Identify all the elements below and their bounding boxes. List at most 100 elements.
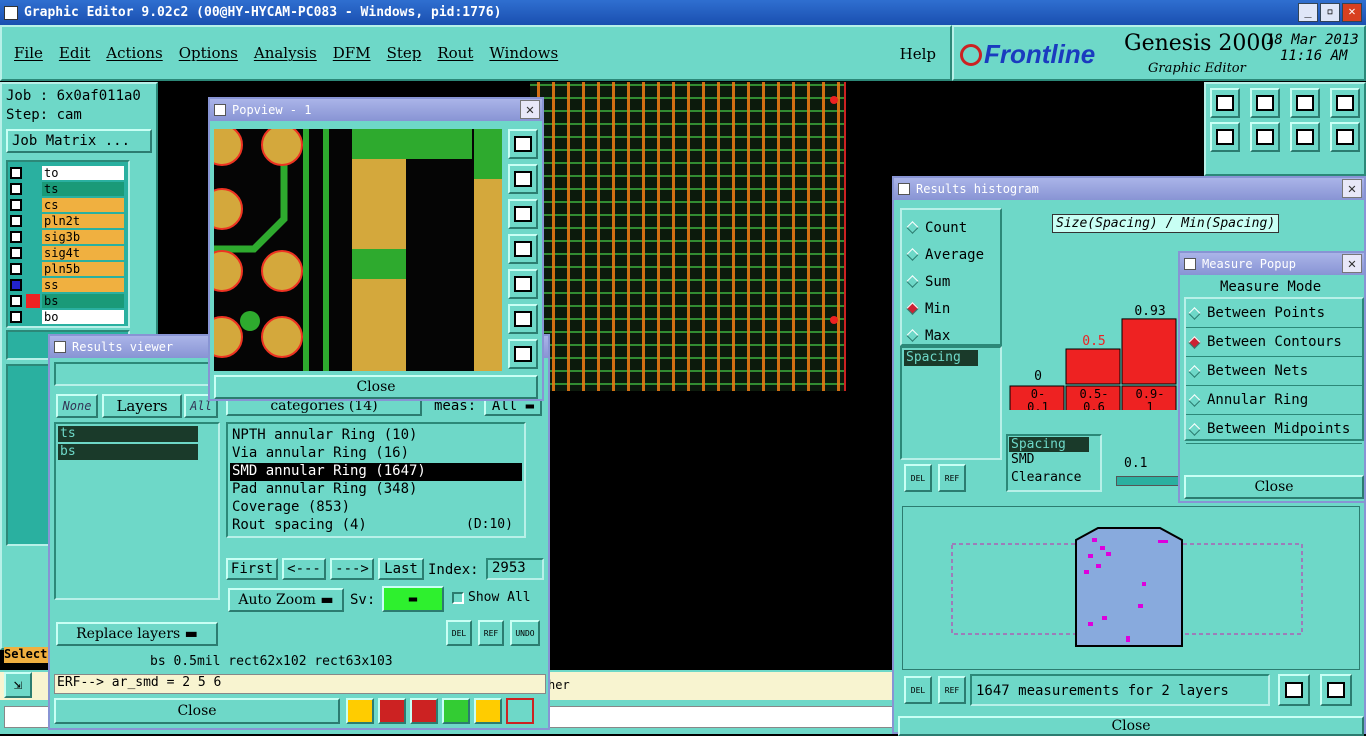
sv-color-dropdown[interactable]: ▬: [382, 586, 444, 612]
down-icon[interactable]: [508, 199, 538, 229]
histogram-slider[interactable]: [1116, 476, 1182, 486]
layer-checkbox[interactable]: [10, 231, 22, 243]
category-item[interactable]: Coverage (853): [230, 499, 522, 517]
measure-option[interactable]: Annular Ring: [1186, 386, 1362, 415]
left-icon[interactable]: [508, 234, 538, 264]
stat-option-sum[interactable]: Sum: [904, 268, 998, 295]
category-item[interactable]: Pad annular Ring (348): [230, 481, 522, 499]
category-item[interactable]: SMD annular Ring (1647): [230, 463, 522, 481]
layer-row[interactable]: sig3b: [10, 229, 126, 245]
layer-checkbox[interactable]: [10, 247, 22, 259]
menu-analysis[interactable]: Analysis: [254, 44, 317, 62]
tool-icon-1[interactable]: [1210, 88, 1240, 118]
tool-b-icon[interactable]: [378, 698, 406, 724]
preview-del-button[interactable]: DEL: [904, 676, 932, 704]
layer-checkbox[interactable]: [10, 279, 22, 291]
command-input[interactable]: ERF--> ar_smd = 2 5 6: [54, 674, 546, 694]
stat-option-count[interactable]: Count: [904, 214, 998, 241]
maximize-button[interactable]: ▫: [1320, 3, 1340, 22]
layers-button[interactable]: Layers: [102, 394, 182, 418]
pcb-canvas[interactable]: [530, 82, 846, 391]
histogram-close-button[interactable]: Close: [898, 716, 1364, 736]
first-button[interactable]: First: [226, 558, 278, 580]
list2-smd[interactable]: SMD: [1009, 452, 1099, 470]
menu-options[interactable]: Options: [179, 44, 238, 62]
menu-file[interactable]: File: [14, 44, 43, 62]
last-button[interactable]: Last: [378, 558, 424, 580]
popview-close-button[interactable]: Close: [214, 375, 538, 399]
home-icon[interactable]: [1290, 88, 1320, 118]
show-all-checkbox[interactable]: Show All: [452, 590, 531, 605]
measure-option[interactable]: Between Midpoints: [1186, 415, 1362, 444]
layer-row[interactable]: cs: [10, 197, 126, 213]
del-button[interactable]: DEL: [446, 620, 472, 646]
layer-checkbox[interactable]: [10, 199, 22, 211]
up-icon[interactable]: [508, 164, 538, 194]
layer-checkbox[interactable]: [10, 263, 22, 275]
minimize-button[interactable]: _: [1298, 3, 1318, 22]
measure-option[interactable]: Between Contours: [1186, 328, 1362, 357]
pointer-tool-icon[interactable]: ⇲: [4, 672, 32, 698]
close-button[interactable]: ✕: [1342, 3, 1362, 22]
measure-close-button[interactable]: Close: [1184, 475, 1364, 499]
histogram-bar[interactable]: [1121, 318, 1177, 385]
layer-row[interactable]: sig4t: [10, 245, 126, 261]
layer-checkbox[interactable]: [10, 215, 22, 227]
layer-item-ts[interactable]: ts: [58, 426, 198, 442]
results-close-button[interactable]: Close: [54, 698, 340, 724]
index-input[interactable]: 2953: [486, 558, 544, 580]
measurement-preview[interactable]: [902, 506, 1360, 670]
zoom-fit-icon[interactable]: [508, 304, 538, 334]
menu-edit[interactable]: Edit: [59, 44, 90, 62]
layer-checkbox[interactable]: [10, 295, 22, 307]
layer-row[interactable]: pln2t: [10, 213, 126, 229]
layer-row[interactable]: ss: [10, 277, 126, 293]
tool-icon-2[interactable]: [1250, 88, 1280, 118]
pan-icon[interactable]: [508, 129, 538, 159]
layer-checkbox[interactable]: [10, 167, 22, 179]
layer-row[interactable]: bs: [10, 293, 126, 309]
measure-option[interactable]: Between Points: [1186, 299, 1362, 328]
auto-zoom-dropdown[interactable]: Auto Zoom ▬: [228, 588, 344, 612]
layer-item-bs[interactable]: bs: [58, 444, 198, 460]
stat-option-average[interactable]: Average: [904, 241, 998, 268]
menu-dfm[interactable]: DFM: [333, 44, 371, 62]
job-matrix-button[interactable]: Job Matrix ...: [6, 129, 152, 153]
undo-button[interactable]: UNDO: [510, 620, 540, 646]
right-icon[interactable]: [508, 269, 538, 299]
replace-layers-dropdown[interactable]: Replace layers ▬: [56, 622, 218, 646]
menu-actions[interactable]: Actions: [106, 44, 162, 62]
graph-icon-1[interactable]: [1278, 674, 1310, 706]
list2-clearance[interactable]: Clearance: [1009, 470, 1099, 485]
menu-windows[interactable]: Windows: [489, 44, 558, 62]
ref-button[interactable]: REF: [478, 620, 504, 646]
category-item[interactable]: NPTH annular Ring (10): [230, 427, 522, 445]
next-button[interactable]: --->: [330, 558, 374, 580]
hist-del-button[interactable]: DEL: [904, 464, 932, 492]
popview-canvas[interactable]: [214, 129, 502, 371]
prev-button[interactable]: <---: [282, 558, 326, 580]
tool-icon-4[interactable]: [1330, 88, 1360, 118]
close-icon[interactable]: ✕: [520, 100, 540, 119]
close-icon[interactable]: ✕: [1342, 254, 1362, 273]
hist-ref-button[interactable]: REF: [938, 464, 966, 492]
notes-icon[interactable]: [474, 698, 502, 724]
layer-row[interactable]: to: [10, 165, 126, 181]
tool-d-icon[interactable]: [442, 698, 470, 724]
histogram-icon[interactable]: [506, 698, 534, 724]
none-button[interactable]: None: [56, 394, 98, 418]
layer-row[interactable]: pln5b: [10, 261, 126, 277]
category-item[interactable]: Via annular Ring (16): [230, 445, 522, 463]
list2-spacing[interactable]: Spacing: [1009, 437, 1089, 452]
tool-icon-7[interactable]: [1290, 122, 1320, 152]
layer-checkbox[interactable]: [10, 183, 22, 195]
help-menu[interactable]: Help: [900, 45, 936, 63]
close-icon[interactable]: ✕: [1342, 179, 1362, 198]
spacing-item[interactable]: Spacing: [904, 350, 978, 366]
stat-option-min[interactable]: Min: [904, 295, 998, 322]
layer-row[interactable]: ts: [10, 181, 126, 197]
tool-icon-8[interactable]: [1330, 122, 1360, 152]
graph-icon-2[interactable]: [1320, 674, 1352, 706]
stat-option-max[interactable]: Max: [904, 322, 998, 349]
tool-c-icon[interactable]: [410, 698, 438, 724]
